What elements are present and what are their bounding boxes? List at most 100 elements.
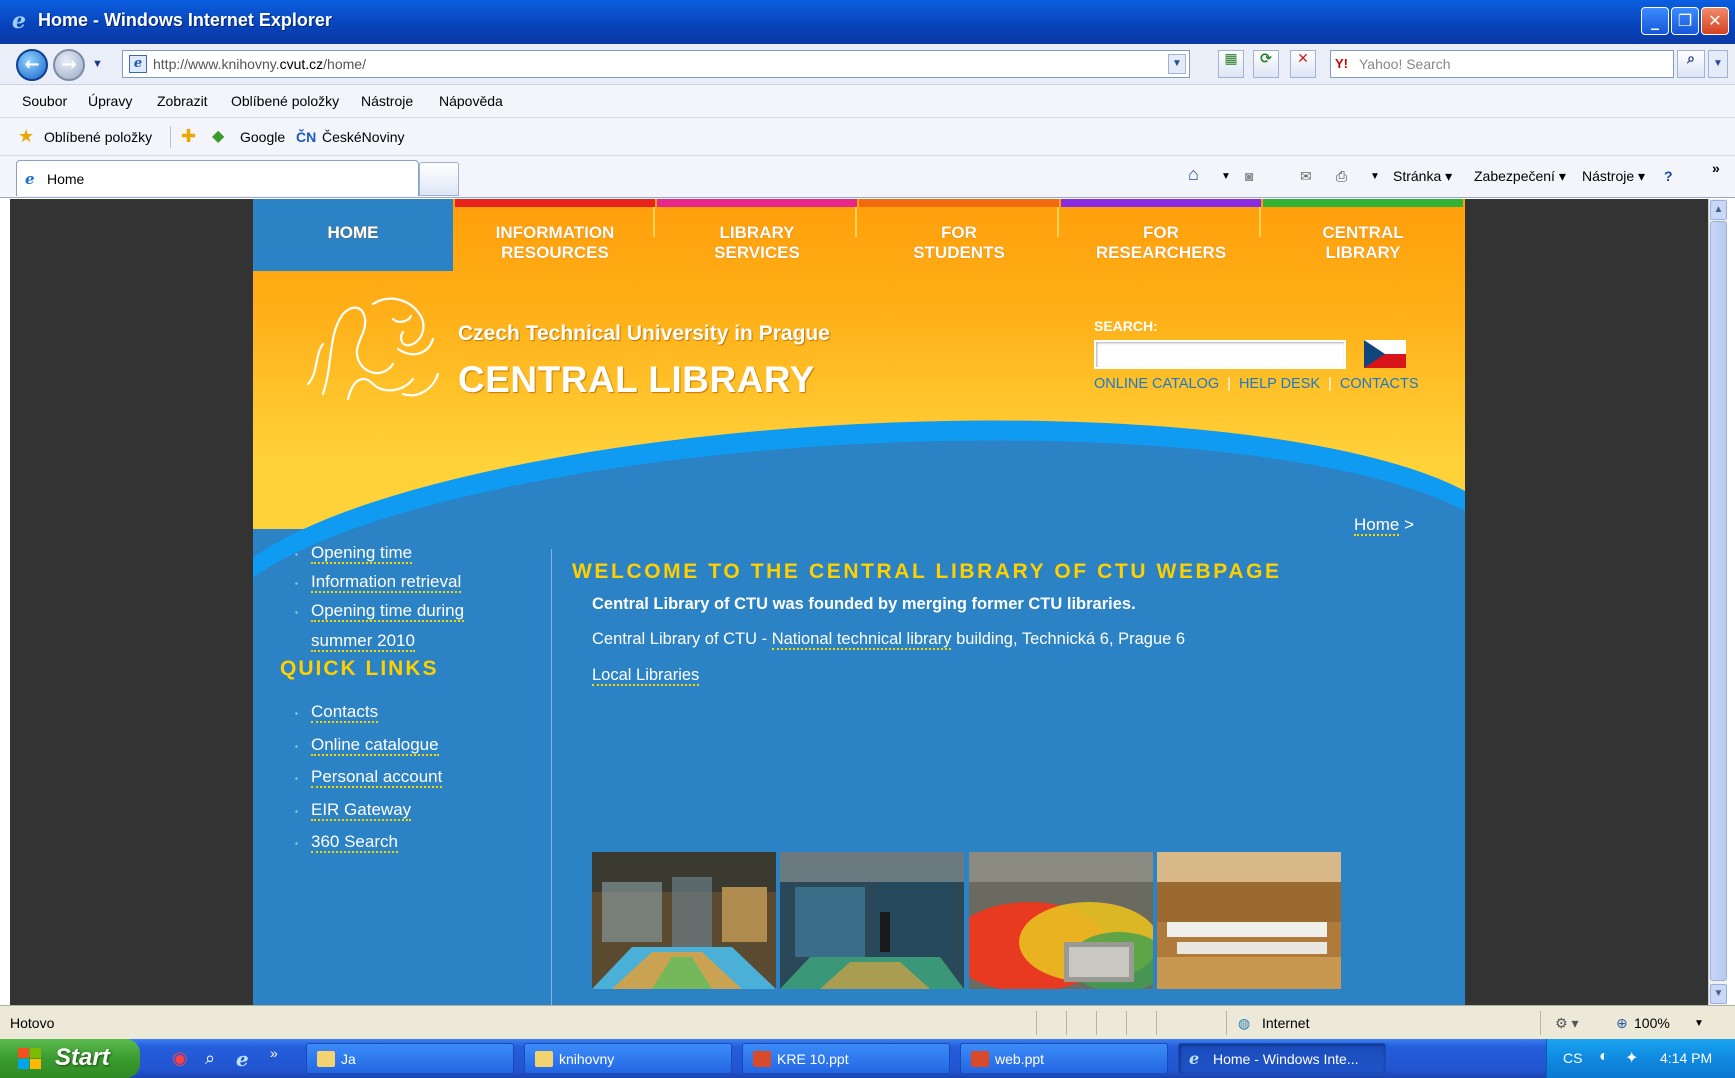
link-help-desk[interactable]: HELP DESK bbox=[1239, 376, 1320, 392]
add-favorite-icon[interactable]: ✚ bbox=[181, 126, 196, 147]
address-toolbar: ← → ▼ e http://www.knihovny.cvut.cz/home… bbox=[0, 44, 1735, 85]
help-icon[interactable]: ? bbox=[1664, 168, 1673, 184]
side-links: Opening time Information retrieval Openi… bbox=[293, 538, 523, 656]
search-go-icon[interactable]: ⌕ bbox=[1677, 50, 1705, 78]
nav-label-line2: LIBRARY bbox=[1325, 243, 1401, 262]
ie-icon: e bbox=[1189, 1049, 1200, 1068]
menu-oblibene[interactable]: Oblíbené položky bbox=[231, 93, 339, 109]
link-national-technical-library[interactable]: National technical library bbox=[771, 630, 952, 650]
menu-upravy[interactable]: Úpravy bbox=[88, 93, 132, 109]
nav-for-students[interactable]: FOR STUDENTS bbox=[859, 199, 1059, 271]
menu-soubor[interactable]: Soubor bbox=[22, 93, 67, 109]
favbar-divider bbox=[170, 126, 171, 148]
link-opening-time[interactable]: Opening time bbox=[311, 543, 413, 564]
maximize-button[interactable]: ❐ bbox=[1671, 7, 1699, 35]
task-ie-home[interactable]: e Home - Windows Inte... bbox=[1178, 1043, 1386, 1074]
cmd-stranka[interactable]: Stránka ▾ bbox=[1393, 168, 1452, 185]
tab-home[interactable]: e Home bbox=[16, 160, 419, 196]
site-header: HOME INFORMATION RESOURCES LIBRARY SERVI… bbox=[253, 199, 1465, 738]
search-options-icon[interactable]: ▼ bbox=[1708, 50, 1728, 78]
breadcrumb-home[interactable]: Home bbox=[1354, 515, 1400, 536]
address-dropdown-icon[interactable]: ▼ bbox=[1168, 54, 1186, 74]
scroll-thumb[interactable] bbox=[1710, 221, 1727, 981]
list-item: Contacts bbox=[293, 696, 442, 730]
forward-button[interactable]: → bbox=[53, 49, 85, 81]
favorites-button[interactable]: Oblíbené položky bbox=[44, 129, 152, 145]
clock: 4:14 PM bbox=[1660, 1050, 1713, 1066]
quicklaunch-search-icon[interactable]: ⌕ bbox=[205, 1048, 215, 1069]
library-photo bbox=[1157, 852, 1341, 989]
home-icon[interactable]: ⌂ bbox=[1188, 164, 1199, 185]
quicklaunch-ie-icon[interactable]: e bbox=[236, 1047, 249, 1071]
cmd-nastroje[interactable]: Nástroje ▾ bbox=[1582, 168, 1645, 185]
cmd-more[interactable]: » bbox=[1712, 160, 1720, 176]
window-title-bar[interactable]: e Home - Windows Internet Explorer _ ❐ ✕ bbox=[0, 0, 1735, 44]
link-local-libraries[interactable]: Local Libraries bbox=[592, 666, 700, 686]
scroll-down-icon[interactable]: ▼ bbox=[1710, 984, 1727, 1004]
link-online-catalogue[interactable]: Online catalogue bbox=[311, 734, 439, 756]
home-dropdown-icon[interactable]: ▼ bbox=[1221, 171, 1231, 182]
quicklaunch-opera-icon[interactable]: ◉ bbox=[172, 1048, 188, 1069]
link-opening-time-summer[interactable]: Opening time during summer 2010 bbox=[311, 601, 465, 652]
back-button[interactable]: ← bbox=[16, 49, 48, 81]
globe-icon: ◍ bbox=[1238, 1015, 1251, 1031]
search-input[interactable]: Y! Yahoo! Search bbox=[1330, 50, 1674, 78]
link-contacts[interactable]: CONTACTS bbox=[1340, 376, 1419, 392]
minimize-button[interactable]: _ bbox=[1641, 7, 1669, 35]
nav-for-researchers[interactable]: FOR RESEARCHERS bbox=[1061, 199, 1261, 271]
url-suffix: /home/ bbox=[323, 56, 366, 72]
new-tab-button[interactable] bbox=[419, 162, 459, 196]
rss-icon[interactable]: ◙ bbox=[1245, 168, 1253, 184]
vertical-scrollbar[interactable]: ▲ ▼ bbox=[1708, 199, 1727, 1005]
menu-napoveda[interactable]: Nápověda bbox=[439, 93, 503, 109]
link-personal-account[interactable]: Personal account bbox=[311, 767, 443, 788]
tray-app-icon[interactable]: ✦ bbox=[1625, 1048, 1638, 1068]
task-kre10[interactable]: KRE 10.ppt bbox=[742, 1043, 950, 1074]
nav-separator bbox=[1057, 207, 1059, 237]
scroll-up-icon[interactable]: ▲ bbox=[1710, 200, 1727, 220]
site-search-input[interactable] bbox=[1094, 340, 1346, 369]
zoom-icon: ⊕ bbox=[1616, 1015, 1628, 1031]
refresh-icon[interactable]: ⟳ bbox=[1253, 50, 1279, 78]
language-indicator[interactable]: CS bbox=[1563, 1050, 1582, 1066]
browser-viewport: HOME INFORMATION RESOURCES LIBRARY SERVI… bbox=[10, 199, 1708, 1005]
link-360-search[interactable]: 360 Search bbox=[311, 832, 398, 853]
fav-google[interactable]: Google bbox=[240, 129, 285, 145]
nav-central-library[interactable]: CENTRAL LIBRARY bbox=[1263, 199, 1463, 271]
url-prefix: http://www.knihovny. bbox=[153, 56, 280, 72]
close-button[interactable]: ✕ bbox=[1701, 7, 1729, 35]
print-dropdown-icon[interactable]: ▼ bbox=[1370, 171, 1380, 182]
address-input[interactable]: e http://www.knihovny.cvut.cz/home/ ▼ bbox=[122, 50, 1190, 78]
history-dropdown-icon[interactable]: ▼ bbox=[92, 58, 103, 70]
quicklaunch-more-icon[interactable]: » bbox=[270, 1045, 278, 1061]
nav-home[interactable]: HOME bbox=[253, 199, 453, 271]
czech-flag-icon[interactable] bbox=[1364, 340, 1406, 368]
zoom-dropdown-icon[interactable]: ▼ bbox=[1694, 1018, 1704, 1029]
print-icon[interactable]: ⎙ bbox=[1336, 168, 1347, 185]
protected-mode-icon[interactable]: ⚙ ▾ bbox=[1555, 1015, 1578, 1032]
link-contacts-side[interactable]: Contacts bbox=[311, 702, 379, 723]
start-button[interactable]: Start bbox=[0, 1039, 140, 1078]
menu-zobrazit[interactable]: Zobrazit bbox=[157, 93, 208, 109]
ctu-lion-logo-icon bbox=[306, 297, 440, 401]
folder-icon bbox=[317, 1051, 335, 1067]
zoom-level[interactable]: 100% bbox=[1634, 1015, 1670, 1031]
tray-network-icon[interactable]: ◐ bbox=[1599, 1048, 1609, 1066]
menu-nastroje[interactable]: Nástroje bbox=[361, 93, 413, 109]
link-online-catalog[interactable]: ONLINE CATALOG bbox=[1094, 376, 1219, 392]
fav-ceskenoviny[interactable]: ČeskéNoviny bbox=[322, 129, 404, 145]
stop-icon[interactable]: ✕ bbox=[1290, 50, 1316, 78]
link-information-retrieval[interactable]: Information retrieval bbox=[311, 572, 462, 593]
nav-information-resources[interactable]: INFORMATION RESOURCES bbox=[455, 199, 655, 271]
breadcrumb: Home > bbox=[1354, 515, 1414, 536]
compatibility-view-icon[interactable]: ▦ bbox=[1218, 50, 1244, 78]
link-eir-gateway[interactable]: EIR Gateway bbox=[311, 799, 412, 821]
task-ja[interactable]: Ja bbox=[306, 1043, 514, 1074]
nav-library-services[interactable]: LIBRARY SERVICES bbox=[657, 199, 857, 271]
page-icon: e bbox=[129, 55, 147, 73]
task-knihovny[interactable]: knihovny bbox=[524, 1043, 732, 1074]
task-web-ppt[interactable]: web.ppt bbox=[960, 1043, 1168, 1074]
zone-text: Internet bbox=[1262, 1015, 1310, 1031]
mail-icon[interactable]: ✉ bbox=[1300, 168, 1312, 185]
cmd-zabezpeceni[interactable]: Zabezpečení ▾ bbox=[1474, 168, 1566, 185]
